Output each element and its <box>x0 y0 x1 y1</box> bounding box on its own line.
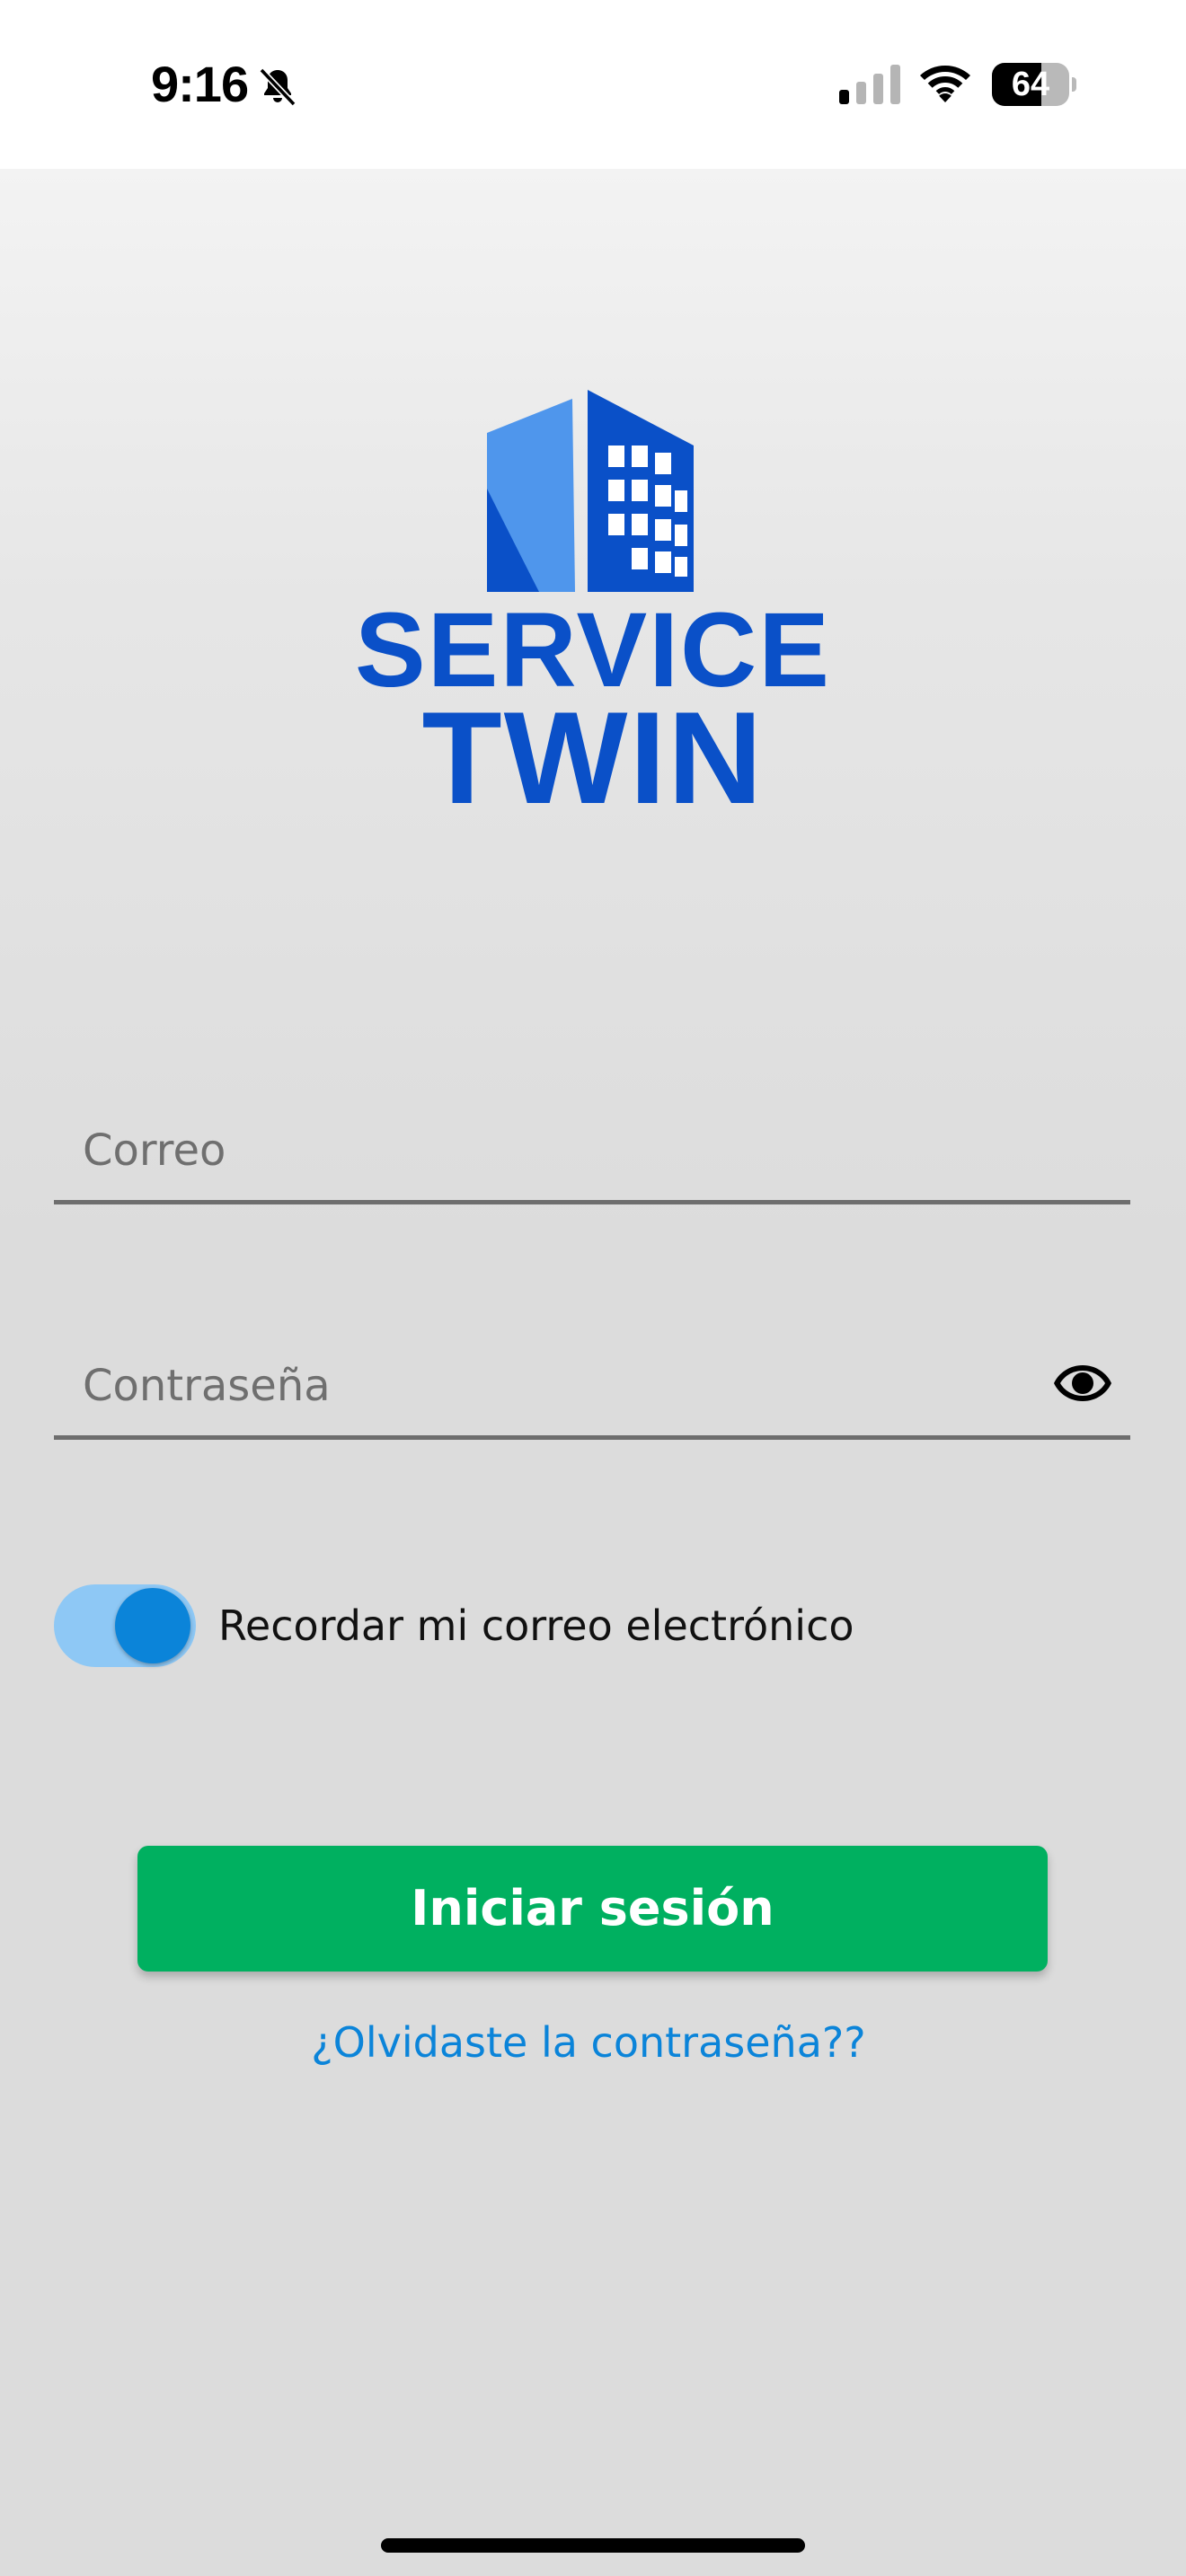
toggle-knob <box>115 1588 190 1663</box>
remember-email-row: Recordar mi correo electrónico <box>54 1581 1130 1671</box>
remember-email-toggle[interactable] <box>54 1584 196 1667</box>
password-field <box>54 1328 1130 1440</box>
status-bar: 9:16 64 <box>0 0 1186 169</box>
app-logo: SERVICE TWIN <box>350 390 836 824</box>
status-time: 9:16 <box>151 56 249 112</box>
home-indicator[interactable] <box>381 2538 805 2553</box>
remember-email-label: Recordar mi correo electrónico <box>218 1601 854 1650</box>
battery-icon: 64 <box>992 63 1076 106</box>
battery-nub <box>1072 77 1076 92</box>
eye-icon[interactable] <box>1053 1363 1112 1403</box>
login-screen: SERVICE TWIN Recordar mi correo electrón… <box>0 169 1186 2576</box>
battery-body: 64 <box>992 63 1069 106</box>
forgot-password-link[interactable]: ¿Olvidaste la contraseña?? <box>0 2016 1177 2069</box>
login-button[interactable]: Iniciar sesión <box>137 1846 1048 1972</box>
email-input[interactable] <box>83 1119 981 1182</box>
logo-text-twin: TWIN <box>421 684 765 831</box>
battery-level: 64 <box>1011 66 1050 103</box>
password-input[interactable] <box>83 1354 981 1417</box>
cellular-signal-icon <box>839 65 900 104</box>
bell-slash-icon <box>259 67 296 107</box>
building-icon <box>487 390 694 592</box>
email-field <box>54 1092 1130 1204</box>
wifi-icon <box>920 66 970 102</box>
